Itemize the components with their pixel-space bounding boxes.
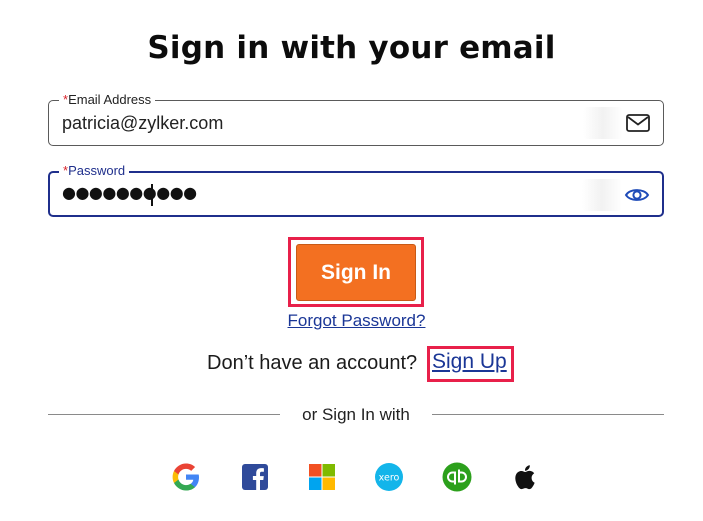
svg-text:xero: xero: [379, 473, 400, 484]
quickbooks-icon[interactable]: [441, 461, 473, 493]
signin-button[interactable]: Sign In: [296, 244, 416, 301]
password-label-text: Password: [68, 163, 126, 178]
xero-icon[interactable]: xero: [373, 461, 405, 493]
divider-text: or Sign In with: [302, 405, 410, 424]
password-field-label: *Password: [59, 163, 130, 179]
field-shade: [582, 179, 622, 211]
divider-right: [432, 414, 664, 415]
text-caret: [151, 184, 153, 206]
no-account-text: Don’t have an account?: [207, 352, 418, 374]
email-field[interactable]: *Email Address patricia@zylker.com: [48, 92, 664, 146]
microsoft-icon[interactable]: [306, 461, 338, 493]
password-value[interactable]: ●●●●●●●●●●: [62, 183, 197, 202]
google-icon[interactable]: [170, 461, 202, 493]
email-label-text: Email Address: [68, 92, 152, 107]
apple-icon[interactable]: [510, 461, 542, 493]
eye-icon[interactable]: [624, 184, 650, 206]
password-field[interactable]: *Password ●●●●●●●●●●: [48, 163, 664, 217]
email-value[interactable]: patricia@zylker.com: [62, 113, 223, 134]
facebook-icon[interactable]: [239, 461, 271, 493]
page-title: Sign in with your email: [147, 30, 556, 66]
signup-link[interactable]: Sign Up: [432, 350, 507, 374]
divider-left: [48, 414, 280, 415]
email-field-label: *Email Address: [59, 92, 156, 108]
mail-icon: [625, 112, 651, 134]
forgot-password-link[interactable]: Forgot Password?: [0, 311, 703, 331]
field-shade: [583, 107, 623, 139]
